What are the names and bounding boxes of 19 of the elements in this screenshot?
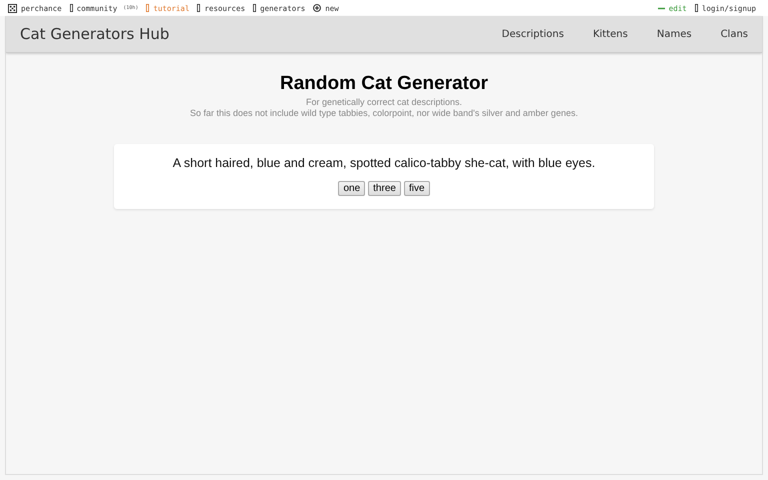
cat-description: A short haired, blue and cream, spotted calico-tabby she-cat, with blue eyes. <box>172 156 596 170</box>
subtitle-text: So far this does not include wild type tabbies, colorpoint, nor wide band's silver and amber genes. <box>190 108 578 119</box>
bar-icon <box>146 4 150 12</box>
bar-icon <box>197 4 200 12</box>
nav-link[interactable]: Descriptions <box>502 28 564 40</box>
bar-icon <box>253 4 256 12</box>
bar-icon <box>694 4 698 12</box>
dice-icon <box>8 4 17 12</box>
generate-button[interactable]: one <box>338 181 366 196</box>
plus-circle-icon <box>313 4 322 12</box>
nav-link[interactable]: Names <box>656 28 692 40</box>
site-title[interactable]: Cat Generators Hub <box>20 25 170 43</box>
nav-link[interactable]: Clans <box>720 28 748 40</box>
page-title: Random Cat Generator <box>280 73 488 95</box>
nav-link[interactable]: Kittens <box>592 28 628 40</box>
subtitle-text: For genetically correct cat descriptions. <box>304 97 464 108</box>
generate-button[interactable]: three <box>368 181 401 196</box>
generate-button[interactable]: five <box>404 181 430 196</box>
bar-icon <box>70 4 73 12</box>
